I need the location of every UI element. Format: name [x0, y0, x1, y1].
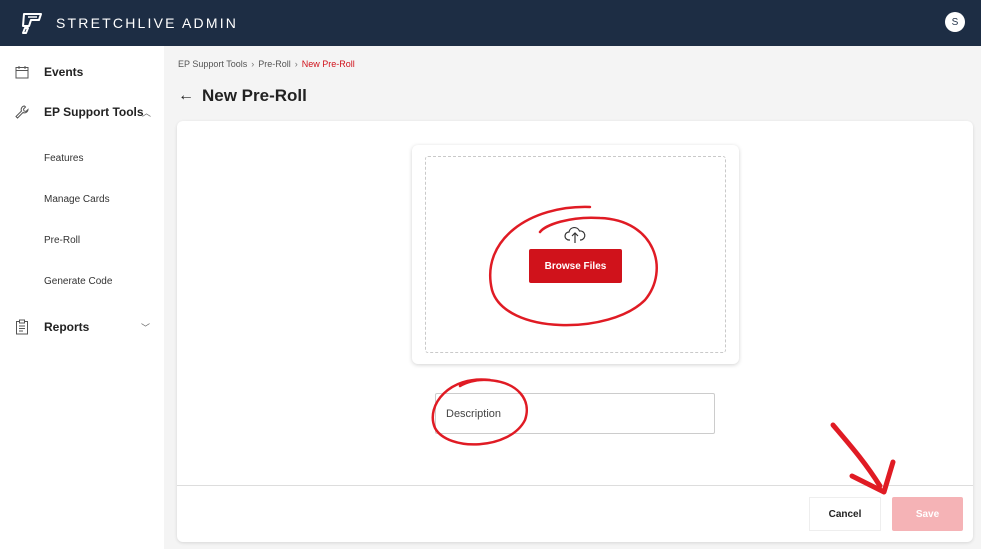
clipboard-icon: [14, 319, 30, 335]
sidebar-subitem-pre-roll[interactable]: Pre-Roll: [44, 235, 80, 246]
breadcrumb-current: New Pre-Roll: [301, 59, 355, 69]
description-input[interactable]: [435, 393, 715, 434]
chevron-down-icon: ﹀: [140, 322, 150, 333]
sidebar: Events EP Support Tools ︿ Features Manag…: [0, 46, 164, 549]
chevron-up-icon: ︿: [142, 107, 152, 118]
sidebar-item-reports[interactable]: Reports ﹀: [0, 319, 164, 335]
breadcrumb-separator: ›: [294, 59, 298, 69]
sidebar-subitem-manage-cards[interactable]: Manage Cards: [44, 194, 110, 205]
sidebar-item-events[interactable]: Events: [0, 64, 164, 80]
sidebar-item-label: Reports: [44, 320, 90, 334]
breadcrumb-separator: ›: [251, 59, 255, 69]
sidebar-item-ep-support-tools[interactable]: EP Support Tools ︿: [0, 104, 164, 120]
page-title: ← New Pre-Roll: [178, 86, 307, 106]
app-title: STRETCHLIVE ADMIN: [56, 15, 239, 31]
breadcrumb-link[interactable]: Pre-Roll: [258, 59, 291, 69]
wrench-icon: [14, 104, 30, 120]
sidebar-subitem-features[interactable]: Features: [44, 153, 83, 164]
brand-logo-icon[interactable]: [18, 10, 44, 36]
breadcrumb: EP Support Tools › Pre-Roll › New Pre-Roll: [178, 59, 355, 69]
back-arrow-icon[interactable]: ←: [178, 87, 194, 105]
sidebar-item-label: Events: [44, 65, 84, 79]
sidebar-item-label: EP Support Tools: [44, 105, 144, 119]
breadcrumb-link[interactable]: EP Support Tools: [178, 59, 247, 69]
sidebar-subitem-generate-code[interactable]: Generate Code: [44, 276, 112, 287]
form-card: Browse Files Cancel Save: [177, 121, 973, 542]
avatar[interactable]: S: [945, 12, 965, 32]
browse-files-button[interactable]: Browse Files: [529, 249, 622, 283]
top-bar: STRETCHLIVE ADMIN S: [0, 0, 981, 46]
save-button[interactable]: Save: [892, 497, 963, 531]
cloud-upload-icon: [564, 225, 586, 245]
cancel-button[interactable]: Cancel: [809, 497, 881, 531]
calendar-icon: [14, 64, 30, 80]
page-title-text: New Pre-Roll: [202, 86, 307, 105]
